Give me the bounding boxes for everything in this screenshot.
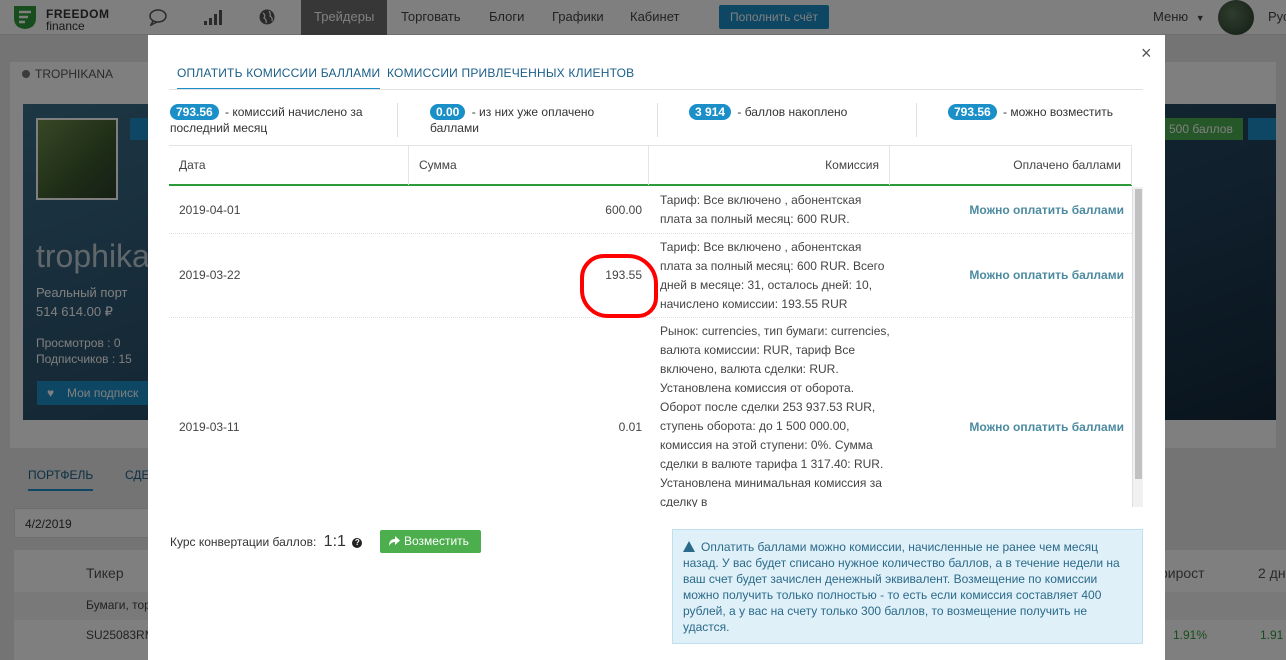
stat-reimbursable-value: 793.56: [948, 104, 997, 120]
stat-reimbursable-label: - можно возместить: [1003, 105, 1113, 119]
col-paid-points[interactable]: Оплачено баллами: [890, 146, 1132, 185]
warning-icon: [683, 541, 695, 552]
cell-commission: Тариф: Все включено , абонентская плата …: [660, 240, 885, 311]
col-commission[interactable]: Комиссия: [649, 146, 890, 185]
pay-with-points-link[interactable]: Можно оплатить баллами: [909, 268, 1124, 282]
stat-points-label: - баллов накоплено: [737, 105, 848, 119]
stat-divider: [916, 103, 917, 137]
stat-points-value: 3 914: [689, 104, 732, 120]
tab-divider: [169, 89, 1143, 90]
stat-points: 3 914 - баллов накоплено: [689, 104, 909, 120]
table-scrollbar[interactable]: [1132, 187, 1143, 507]
reimburse-button[interactable]: Возместить: [380, 530, 481, 553]
cell-sum: 0.01: [618, 420, 642, 434]
col-sum[interactable]: Сумма: [409, 146, 649, 185]
pay-with-points-link[interactable]: Можно оплатить баллами: [909, 420, 1124, 434]
tab-pay-commissions[interactable]: ОПЛАТИТЬ КОМИССИИ БАЛЛАМИ: [177, 66, 381, 90]
cell-date: 2019-03-11: [179, 420, 240, 434]
table-header: Дата Сумма Комиссия Оплачено баллами: [169, 145, 1132, 186]
stat-accrued: 793.56 - комиссий начислено за последний…: [170, 104, 390, 136]
stat-divider: [397, 103, 398, 137]
table-body: 2019-04-01 600.00 Тариф: Все включено , …: [169, 187, 1132, 507]
conversion-value: 1:1: [323, 533, 346, 550]
cell-commission: Рынок: currencies, тип бумаги: currencie…: [660, 324, 890, 507]
commissions-table: Дата Сумма Комиссия Оплачено баллами 201…: [169, 145, 1143, 507]
conversion-rate: Курс конвертации баллов: 1:1 ?: [170, 533, 363, 551]
commission-points-modal: × ОПЛАТИТЬ КОМИССИИ БАЛЛАМИ КОМИССИИ ПРИ…: [148, 35, 1165, 660]
cell-sum: 600.00: [605, 203, 642, 217]
cell-date: 2019-04-01: [179, 203, 241, 217]
stat-accrued-value: 793.56: [170, 104, 219, 120]
info-alert: Оплатить баллами можно комиссии, начисле…: [672, 529, 1143, 644]
stat-reimbursable: 793.56 - можно возместить: [948, 104, 1148, 120]
conversion-label: Курс конвертации баллов:: [170, 535, 317, 549]
cell-date: 2019-03-22: [179, 268, 241, 282]
cell-commission: Тариф: Все включено , абонентская плата …: [660, 193, 862, 226]
highlight-annotation: [580, 254, 658, 318]
table-row: 2019-04-01 600.00 Тариф: Все включено , …: [169, 187, 1132, 234]
share-arrow-icon: [389, 536, 400, 546]
help-icon[interactable]: ?: [352, 538, 363, 548]
stat-divider: [657, 103, 658, 137]
scroll-thumb[interactable]: [1135, 189, 1142, 479]
table-row: 2019-03-11 0.01 Рынок: currencies, тип б…: [169, 318, 1132, 507]
col-date[interactable]: Дата: [169, 146, 409, 185]
info-text: Оплатить баллами можно комиссии, начисле…: [683, 540, 1120, 634]
stat-paid-value: 0.00: [430, 104, 466, 120]
tab-referral-commissions[interactable]: КОМИССИИ ПРИВЛЕЧЕННЫХ КЛИЕНТОВ: [387, 66, 634, 80]
pay-with-points-link[interactable]: Можно оплатить баллами: [909, 203, 1124, 217]
close-icon[interactable]: ×: [1141, 43, 1152, 64]
stat-paid: 0.00 - из них уже оплачено баллами: [430, 104, 640, 136]
